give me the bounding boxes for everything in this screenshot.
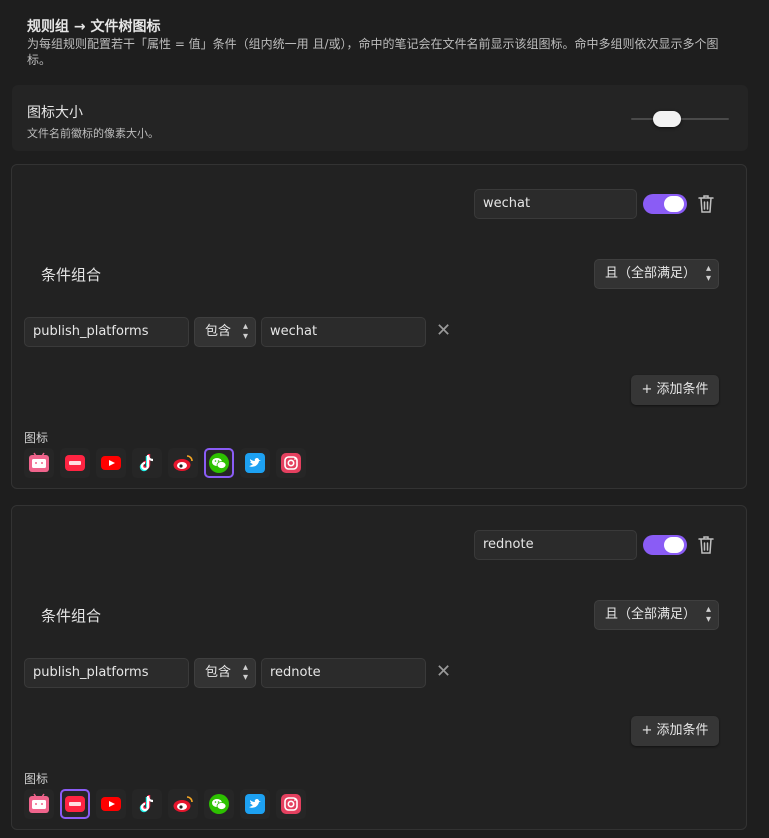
remove-condition-icon[interactable]: ✕: [436, 321, 451, 341]
toggle-knob: [664, 537, 684, 553]
youtube-icon[interactable]: [96, 448, 126, 478]
bilibili-icon[interactable]: [24, 789, 54, 819]
icon-size-setting: 图标大小 文件名前徽标的像素大小。: [12, 85, 748, 151]
operator-value: 包含: [205, 324, 232, 339]
rednote-icon[interactable]: [60, 448, 90, 478]
wechat-icon[interactable]: [204, 448, 234, 478]
add-condition-button[interactable]: + 添加条件: [631, 716, 719, 746]
instagram-icon[interactable]: [276, 789, 306, 819]
add-condition-button[interactable]: + 添加条件: [631, 375, 719, 405]
condition-property-input[interactable]: publish_platforms: [24, 317, 189, 347]
instagram-icon[interactable]: [276, 448, 306, 478]
condition-property-input[interactable]: publish_platforms: [24, 658, 189, 688]
select-chevron-icon: ▴ ▾: [705, 604, 711, 625]
select-chevron-icon: ▴ ▾: [242, 662, 248, 683]
group-name-input[interactable]: wechat: [474, 189, 637, 219]
select-chevron-icon: ▴ ▾: [242, 321, 248, 342]
combinator-select[interactable]: 且（全部满足） ▴ ▾: [594, 600, 719, 630]
youtube-icon[interactable]: [96, 789, 126, 819]
rule-group: rednote 条件组合 且（全部满足） ▴ ▾ publish_platform…: [11, 505, 747, 830]
wechat-icon[interactable]: [204, 789, 234, 819]
section-title: 规则组 → 文件树图标: [27, 19, 161, 35]
bilibili-icon[interactable]: [24, 448, 54, 478]
weibo-icon[interactable]: [168, 448, 198, 478]
twitter-icon[interactable]: [240, 789, 270, 819]
icons-label: 图标: [24, 431, 49, 445]
tiktok-icon[interactable]: [132, 789, 162, 819]
group-enabled-toggle[interactable]: [643, 535, 687, 555]
twitter-icon[interactable]: [240, 448, 270, 478]
rednote-icon[interactable]: [60, 789, 90, 819]
weibo-icon[interactable]: [168, 789, 198, 819]
icons-label: 图标: [24, 772, 49, 786]
condition-value-input[interactable]: wechat: [261, 317, 426, 347]
delete-group-icon[interactable]: [697, 194, 715, 214]
rule-group: wechat 条件组合 且（全部满足） ▴ ▾ publish_platforms…: [11, 164, 747, 489]
icon-size-slider-thumb[interactable]: [653, 111, 681, 127]
conditions-label: 条件组合: [41, 266, 102, 284]
section-description: 为每组规则配置若干「属性 = 值」条件（组内统一用 且/或），命中的笔记会在文件…: [27, 37, 719, 67]
delete-group-icon[interactable]: [697, 535, 715, 555]
tiktok-icon[interactable]: [132, 448, 162, 478]
conditions-label: 条件组合: [41, 607, 102, 625]
condition-operator-select[interactable]: 包含 ▴ ▾: [194, 658, 256, 688]
operator-value: 包含: [205, 665, 232, 680]
group-enabled-toggle[interactable]: [643, 194, 687, 214]
condition-operator-select[interactable]: 包含 ▴ ▾: [194, 317, 256, 347]
toggle-knob: [664, 196, 684, 212]
remove-condition-icon[interactable]: ✕: [436, 662, 451, 682]
combinator-value: 且（全部满足）: [605, 266, 697, 281]
group-name-input[interactable]: rednote: [474, 530, 637, 560]
select-chevron-icon: ▴ ▾: [705, 263, 711, 284]
combinator-select[interactable]: 且（全部满足） ▴ ▾: [594, 259, 719, 289]
condition-value-input[interactable]: rednote: [261, 658, 426, 688]
setting-name: 图标大小: [27, 105, 83, 121]
combinator-value: 且（全部满足）: [605, 607, 697, 622]
setting-description: 文件名前徽标的像素大小。: [27, 127, 159, 140]
